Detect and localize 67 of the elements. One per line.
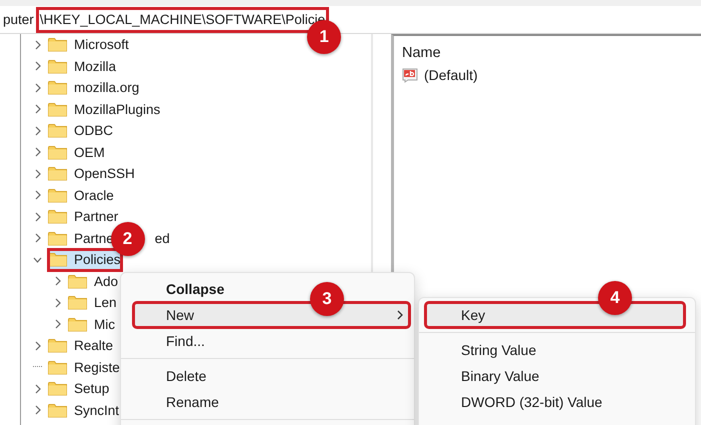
tree-item[interactable]: Microsoft <box>48 34 130 56</box>
address-path[interactable]: \HKEY_LOCAL_MACHINE\SOFTWARE\Policie <box>36 8 328 32</box>
folder-icon <box>48 338 67 354</box>
tree-item[interactable]: OpenSSH <box>48 162 136 185</box>
folder-icon <box>48 144 67 160</box>
chevron-right-icon[interactable] <box>33 190 42 200</box>
column-header[interactable]: Name <box>402 45 441 61</box>
tree-item[interactable]: Ado <box>68 270 120 292</box>
menu-item[interactable]: Binary Value <box>425 363 552 389</box>
chevron-right-icon[interactable] <box>33 82 42 93</box>
tree-item[interactable]: Len <box>68 292 118 314</box>
tree-item[interactable]: MozillaPlugins <box>48 98 162 120</box>
folder-icon <box>48 37 67 52</box>
chevron-right-icon[interactable] <box>33 104 42 114</box>
tree-item[interactable]: OEM <box>48 141 106 164</box>
chevron-right-icon[interactable] <box>33 340 42 351</box>
folder-icon <box>48 209 67 224</box>
step-badge: 4 <box>598 281 632 315</box>
chevron-right-icon[interactable] <box>33 212 42 222</box>
folder-icon <box>68 316 87 332</box>
chevron-right-icon[interactable] <box>53 298 62 308</box>
value-name[interactable]: (Default) <box>424 67 478 83</box>
menu-item[interactable]: Key <box>425 302 685 328</box>
folder-icon <box>48 80 67 96</box>
menu-item[interactable]: String Value <box>425 337 548 363</box>
tree-item[interactable]: Oracle <box>48 184 115 206</box>
tree-item[interactable]: SyncInt <box>48 399 120 422</box>
menu-item[interactable]: Collapse <box>133 276 236 302</box>
menu-item[interactable]: DWORD (32-bit) Value <box>425 389 614 415</box>
chevron-right-icon[interactable] <box>33 233 42 244</box>
folder-icon <box>48 252 67 268</box>
folder-icon <box>48 381 67 396</box>
tree-item[interactable]: Realte <box>48 334 114 357</box>
folder-icon <box>48 402 67 418</box>
chevron-right-icon[interactable] <box>33 61 42 72</box>
chevron-right-icon[interactable] <box>33 147 42 158</box>
folder-icon <box>48 102 67 117</box>
tree-item[interactable]: Registe <box>48 356 121 378</box>
chevron-right-icon[interactable] <box>33 384 42 394</box>
tree-item[interactable]: Policies <box>48 248 122 271</box>
chevron-right-icon[interactable] <box>33 168 42 179</box>
folder-icon <box>48 360 67 375</box>
folder-icon <box>48 188 67 203</box>
menu-item[interactable]: Find... <box>133 328 217 354</box>
menu-item[interactable]: Delete <box>133 363 218 389</box>
folder-icon <box>48 123 67 138</box>
step-badge: 2 <box>110 222 145 256</box>
chevron-right-icon[interactable] <box>33 40 42 50</box>
chevron-right-icon[interactable] <box>53 276 62 286</box>
string-value-icon <box>402 67 418 83</box>
tree-item[interactable]: Mozilla <box>48 55 118 78</box>
tree-item[interactable]: Mic <box>68 313 116 336</box>
tree-label-fragment: ed <box>154 230 170 246</box>
tree-item[interactable]: Setup <box>48 378 110 400</box>
folder-icon <box>48 166 67 182</box>
chevron-right-icon[interactable] <box>53 319 62 330</box>
tree-item[interactable]: ODBC <box>48 120 114 142</box>
folder-icon <box>68 274 87 289</box>
chevron-right-icon[interactable] <box>33 126 42 136</box>
menu-item[interactable]: Rename <box>133 389 231 415</box>
folder-icon <box>48 230 67 246</box>
chevron-right-icon <box>396 310 404 320</box>
folder-icon <box>68 295 87 310</box>
address-path[interactable]: puter <box>0 8 37 32</box>
chevron-right-icon[interactable] <box>33 405 42 416</box>
folder-icon <box>48 58 67 74</box>
tree-item[interactable]: mozilla.org <box>48 76 140 99</box>
